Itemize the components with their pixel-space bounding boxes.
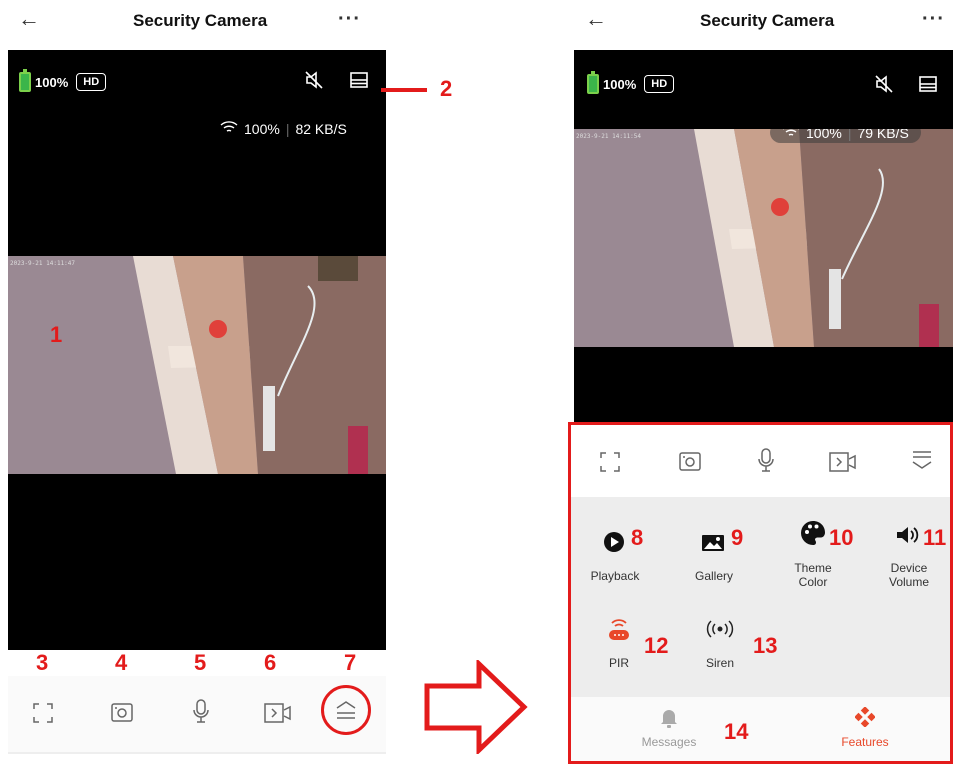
expand-up-icon (336, 701, 356, 719)
feature-drawer: Playback 8 Gallery 9 Theme Color 10 Devi… (568, 422, 953, 764)
siren-feature[interactable]: Siren (697, 614, 743, 674)
mute-icon[interactable] (874, 74, 894, 99)
back-arrow-icon[interactable]: ← (585, 6, 607, 32)
bottom-nav: Messages 14 Features (571, 697, 950, 761)
data-speed: 79 KB/S (857, 129, 909, 141)
callout-2-line (381, 88, 427, 92)
layout-icon[interactable] (918, 75, 938, 98)
features-icon (855, 707, 875, 727)
pir-sensor-icon (609, 619, 629, 640)
callout-3: 3 (36, 650, 49, 675)
back-arrow-icon[interactable]: ← (18, 6, 40, 32)
theme-color-label: Theme Color (794, 561, 832, 589)
mute-icon[interactable] (304, 70, 324, 95)
microphone-icon[interactable] (191, 698, 211, 729)
pir-label: PIR (608, 656, 629, 670)
video-panel[interactable]: 100% HD 2023-9-21 14:11:54 100% | 79 KB/… (574, 50, 953, 425)
callout-5: 5 (194, 650, 207, 675)
callout-13: 13 (753, 633, 778, 658)
wifi-icon (782, 129, 800, 141)
hd-button[interactable]: HD (76, 73, 107, 91)
features-tab[interactable]: Features (825, 707, 905, 755)
callout-8: 8 (631, 525, 644, 550)
callout-6: 6 (264, 650, 277, 675)
callout-2: 2 (440, 76, 453, 101)
timestamp: 2023-9-21 14:11:47 (10, 260, 76, 267)
signal-stats: 100% | 79 KB/S (770, 129, 921, 143)
page-title: Security Camera (700, 11, 835, 30)
more-icon[interactable]: ··· (338, 8, 361, 31)
wifi-strength: 100% (244, 120, 280, 137)
callout-9: 9 (731, 525, 744, 550)
hd-button[interactable]: HD (644, 75, 675, 93)
record-icon[interactable] (828, 451, 858, 478)
snapshot-icon[interactable] (678, 450, 702, 477)
callout-11: 11 (923, 525, 947, 550)
image-icon (702, 535, 724, 551)
microphone-icon[interactable] (756, 447, 776, 478)
device-volume-label: Device Volume (888, 561, 930, 589)
siren-icon (706, 620, 734, 638)
more-icon[interactable]: ··· (922, 8, 945, 31)
data-speed: 82 KB/S (295, 120, 347, 137)
expand-menu-button[interactable] (321, 685, 371, 735)
fullscreen-icon[interactable] (599, 451, 621, 478)
siren-label: Siren (705, 656, 734, 670)
video-panel[interactable]: 100% HD 100% | 82 KB/S 2023-9-21 14:11:4… (8, 50, 386, 675)
battery-percent: 100% (603, 76, 637, 92)
gallery-label: Gallery (694, 569, 733, 583)
wifi-strength: 100% (806, 129, 842, 141)
play-circle-icon (604, 532, 624, 552)
callout-4: 4 (115, 650, 128, 675)
features-grid: Playback 8 Gallery 9 Theme Color 10 Devi… (571, 497, 950, 697)
page-title: Security Camera (133, 11, 268, 30)
fullscreen-icon[interactable] (32, 702, 54, 729)
messages-label: Messages (641, 735, 697, 749)
callout-7: 7 (344, 650, 357, 675)
battery-icon (19, 69, 31, 92)
arrow-right-icon (423, 658, 528, 759)
battery-status: 100% HD (19, 69, 107, 92)
collapse-menu-icon[interactable] (911, 449, 933, 476)
left-toolbar (8, 676, 386, 754)
snapshot-icon[interactable] (110, 701, 134, 728)
callout-12: 12 (644, 633, 669, 658)
left-phone: ← Security Camera ··· 100% HD 100% | 82 … (0, 0, 386, 764)
timestamp: 2023-9-21 14:11:54 (576, 133, 642, 140)
messages-tab[interactable]: Messages (629, 707, 709, 755)
bell-icon (661, 710, 677, 728)
volume-icon (897, 527, 919, 543)
layout-icon[interactable] (349, 71, 369, 94)
wifi-icon (220, 120, 238, 137)
battery-percent: 100% (35, 74, 69, 90)
battery-icon (587, 71, 599, 94)
camera-feed[interactable]: 2023-9-21 14:11:54 100% | 79 KB/S (574, 129, 953, 347)
palette-icon (801, 521, 825, 545)
record-icon[interactable] (263, 702, 293, 729)
camera-feed[interactable]: 2023-9-21 14:11:47 (8, 256, 386, 474)
right-phone: ← Security Camera ··· 100% HD 2023-9-21 … (565, 0, 953, 764)
pir-feature[interactable]: PIR (599, 614, 639, 674)
playback-label: Playback (590, 569, 640, 583)
features-label: Features (841, 735, 889, 749)
signal-stats: 100% | 82 KB/S (220, 120, 347, 137)
drawer-toolbar (571, 425, 950, 497)
callout-1: 1 (50, 322, 63, 347)
callout-14: 14 (724, 719, 749, 744)
battery-status: 100% HD (587, 71, 675, 94)
callout-10: 10 (829, 525, 854, 550)
